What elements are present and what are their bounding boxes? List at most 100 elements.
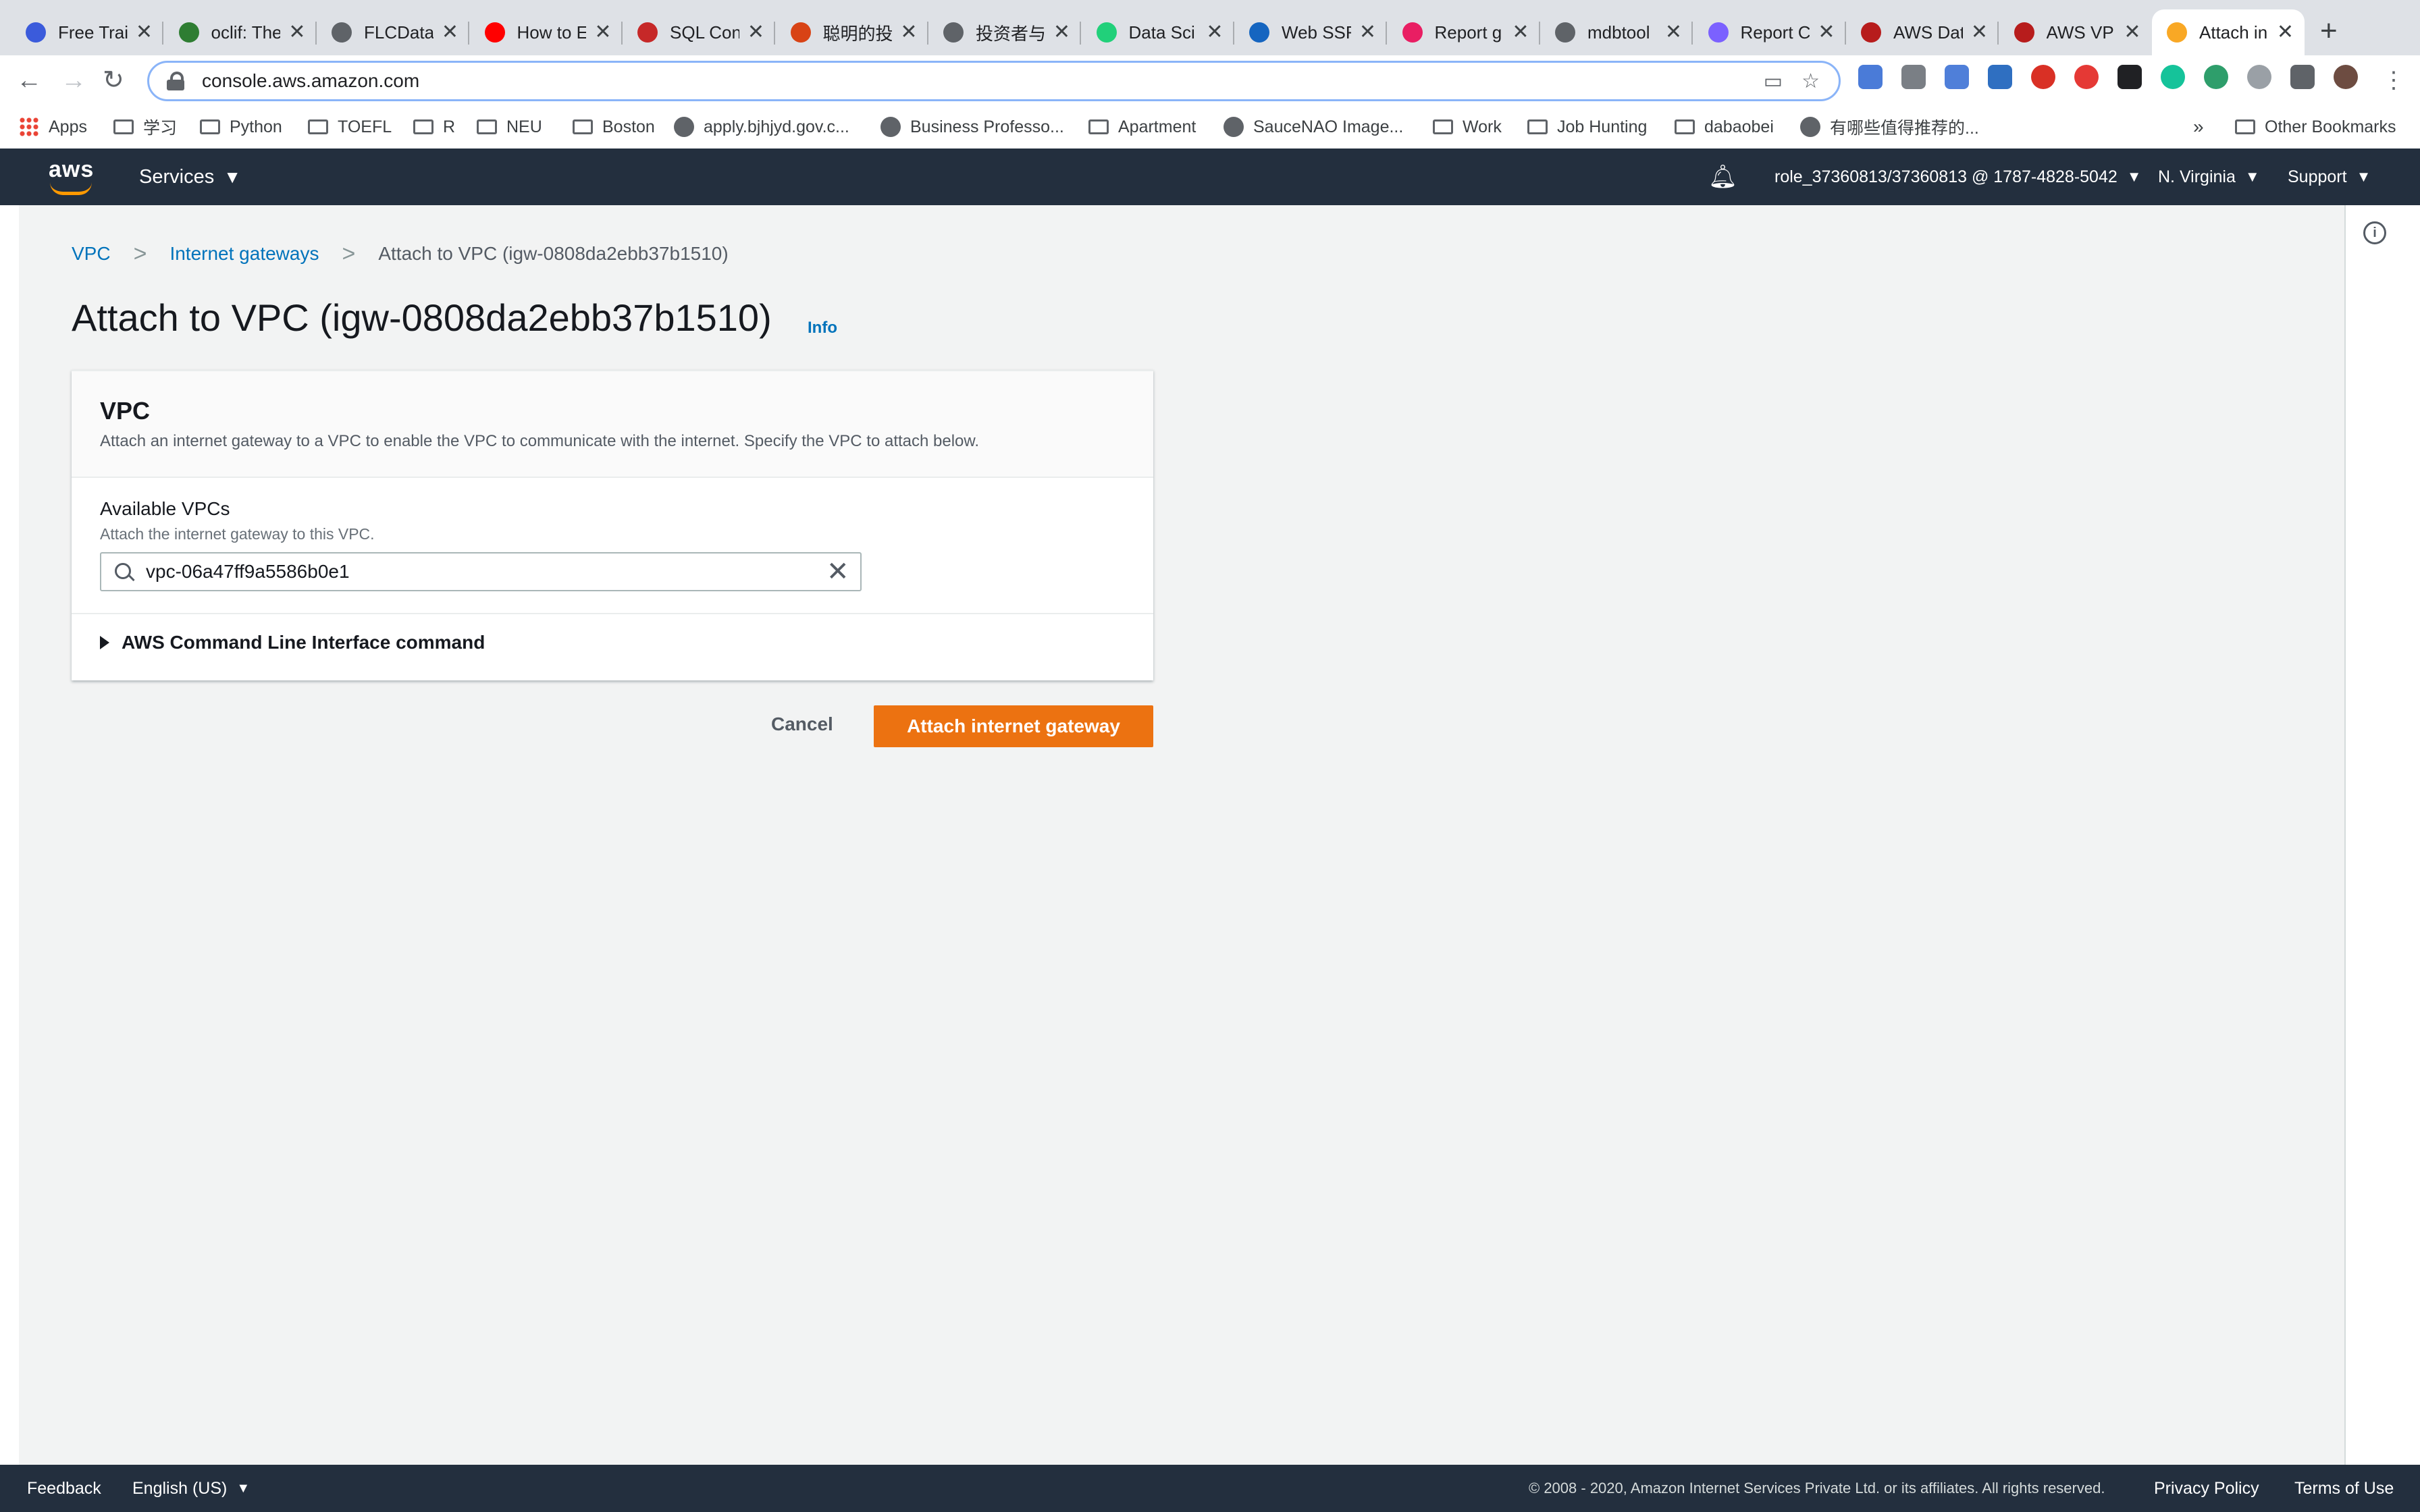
- bookmark-label: 有哪些值得推荐的...: [1830, 119, 1979, 138]
- tab-close-icon[interactable]: ✕: [136, 22, 153, 43]
- puzzle-extensions-icon[interactable]: [2290, 65, 2315, 89]
- bookmark-item[interactable]: Boston: [573, 115, 655, 139]
- browser-menu-icon[interactable]: ⋮: [2382, 63, 2405, 97]
- tab-close-icon[interactable]: ✕: [288, 22, 305, 43]
- stop-extension-icon[interactable]: [2031, 65, 2055, 89]
- cli-command-expander[interactable]: AWS Command Line Interface command: [100, 632, 485, 653]
- new-tab-button[interactable]: +: [2320, 16, 2338, 46]
- tab-close-icon[interactable]: ✕: [594, 22, 611, 43]
- forward-arrow-icon[interactable]: →: [61, 63, 86, 97]
- clear-icon[interactable]: ✕: [826, 558, 849, 586]
- tab-close-icon[interactable]: ✕: [1665, 22, 1682, 43]
- browser-tab[interactable]: AWS Dat ✕: [1846, 9, 1999, 55]
- feedback-link[interactable]: Feedback: [27, 1465, 101, 1512]
- bookmark-item[interactable]: 有哪些值得推荐的...: [1800, 115, 1979, 139]
- aws-smile-icon: [50, 182, 92, 195]
- tab-favicon-icon: [1555, 22, 1575, 43]
- extension-icon[interactable]: [1901, 65, 1926, 89]
- bookmarks-overflow-button[interactable]: »: [2193, 115, 2204, 139]
- bookmark-item[interactable]: Business Professo...: [880, 115, 1064, 139]
- tab-close-icon[interactable]: ✕: [900, 22, 917, 43]
- cast-icon[interactable]: ▭: [1764, 70, 1783, 93]
- tab-label: mdbtool: [1587, 22, 1650, 43]
- bookmark-item[interactable]: 学习: [113, 115, 177, 139]
- privacy-policy-link[interactable]: Privacy Policy: [2154, 1465, 2259, 1512]
- account-menu[interactable]: role_37360813/37360813 @ 1787-4828-5042 …: [1774, 148, 2142, 205]
- cancel-button[interactable]: Cancel: [755, 703, 849, 745]
- attach-internet-gateway-button[interactable]: Attach internet gateway: [874, 705, 1153, 747]
- vpc-search-field[interactable]: ✕: [100, 552, 862, 591]
- profile-avatar[interactable]: [2334, 65, 2358, 89]
- vpc-panel: VPC Attach an internet gateway to a VPC …: [72, 370, 1153, 680]
- language-selector[interactable]: English (US) ▼: [132, 1465, 250, 1512]
- browser-tab[interactable]: oclif: The ✕: [164, 9, 317, 55]
- browser-tab[interactable]: Free Trai ✕: [11, 9, 163, 55]
- tab-close-icon[interactable]: ✕: [1818, 22, 1835, 43]
- selenium-extension-icon[interactable]: [2247, 65, 2271, 89]
- bookmark-label: Boston: [602, 117, 655, 136]
- bookmark-star-icon[interactable]: ☆: [1801, 70, 1820, 93]
- tab-close-icon[interactable]: ✕: [2277, 22, 2294, 43]
- bookmark-label: dabaobei: [1704, 117, 1774, 136]
- x-extension-icon[interactable]: [2118, 65, 2142, 89]
- bookmark-item[interactable]: Apps: [19, 115, 87, 139]
- tab-close-icon[interactable]: ✕: [1971, 22, 1988, 43]
- browser-tab[interactable]: Report g ✕: [1388, 9, 1540, 55]
- site-favicon-icon: [674, 117, 694, 137]
- bookmark-item[interactable]: Apartment: [1088, 115, 1196, 139]
- browser-tab[interactable]: mdbtool ✕: [1540, 9, 1693, 55]
- browser-tab[interactable]: SQL Con ✕: [623, 9, 775, 55]
- bookmark-item[interactable]: NEU: [477, 115, 542, 139]
- tab-close-icon[interactable]: ✕: [2124, 22, 2140, 43]
- browser-tab[interactable]: AWS VP ✕: [1999, 9, 2152, 55]
- breadcrumb-vpc[interactable]: VPC: [72, 243, 111, 265]
- other-bookmarks-folder[interactable]: Other Bookmarks: [2235, 115, 2396, 139]
- support-menu[interactable]: Support ▼: [2288, 148, 2371, 205]
- bookmark-label: Apps: [49, 117, 87, 136]
- browser-tab[interactable]: Report C ✕: [1693, 9, 1846, 55]
- reload-icon[interactable]: ↻: [103, 63, 124, 97]
- bookmark-item[interactable]: SauceNAO Image...: [1224, 115, 1403, 139]
- bookmark-item[interactable]: apply.bjhjyd.gov.c...: [674, 115, 849, 139]
- bookmark-item[interactable]: Python: [200, 115, 282, 139]
- browser-tab[interactable]: 聪明的投 ✕: [776, 9, 928, 55]
- bookmark-item[interactable]: dabaobei: [1675, 115, 1774, 139]
- tab-close-icon[interactable]: ✕: [442, 22, 458, 43]
- bookmark-item[interactable]: Work: [1433, 115, 1502, 139]
- browser-tab[interactable]: Data Sci ✕: [1082, 9, 1234, 55]
- bookmark-item[interactable]: R: [413, 115, 455, 139]
- browser-tab[interactable]: Web SSF ✕: [1234, 9, 1387, 55]
- browser-tab[interactable]: FLCData ✕: [317, 9, 469, 55]
- tab-close-icon[interactable]: ✕: [1206, 22, 1223, 43]
- region-menu[interactable]: N. Virginia ▼: [2158, 148, 2260, 205]
- address-url[interactable]: console.aws.amazon.com: [202, 70, 1764, 92]
- grammarly-extension-icon[interactable]: [2161, 65, 2185, 89]
- browser-tab[interactable]: How to E ✕: [470, 9, 623, 55]
- tab-close-icon[interactable]: ✕: [1359, 22, 1376, 43]
- address-bar[interactable]: console.aws.amazon.com ▭ ☆: [147, 61, 1841, 101]
- bell-icon[interactable]: 🔔︎: [1708, 148, 1737, 205]
- bookmark-item[interactable]: Job Hunting: [1527, 115, 1647, 139]
- services-menu[interactable]: Services ▼: [139, 148, 241, 205]
- info-circle-icon[interactable]: i: [2363, 221, 2386, 244]
- aws-logo[interactable]: aws: [49, 158, 96, 195]
- bookmark-item[interactable]: TOEFL: [308, 115, 392, 139]
- info-link[interactable]: Info: [808, 319, 837, 338]
- tab-close-icon[interactable]: ✕: [747, 22, 764, 43]
- adblock-extension-icon[interactable]: [2074, 65, 2099, 89]
- translate-extension-icon[interactable]: [1858, 65, 1883, 89]
- calendar-extension-icon[interactable]: [1945, 65, 1969, 89]
- back-arrow-icon[interactable]: ←: [16, 63, 42, 97]
- breadcrumb-internet-gateways[interactable]: Internet gateways: [169, 243, 319, 265]
- caret-down-icon: ▼: [236, 1480, 251, 1496]
- browser-tab[interactable]: Attach in ✕: [2152, 9, 2305, 55]
- browser-tab[interactable]: 投资者与 ✕: [928, 9, 1081, 55]
- terms-of-use-link[interactable]: Terms of Use: [2294, 1465, 2394, 1512]
- dictionary-extension-icon[interactable]: [1988, 65, 2012, 89]
- tab-close-icon[interactable]: ✕: [1512, 22, 1529, 43]
- tab-close-icon[interactable]: ✕: [1053, 22, 1070, 43]
- notification-extension-icon[interactable]: [2204, 65, 2228, 89]
- caret-down-icon: ▼: [2126, 168, 2142, 185]
- vpc-search-input[interactable]: [146, 558, 808, 586]
- cli-command-label: AWS Command Line Interface command: [122, 632, 485, 653]
